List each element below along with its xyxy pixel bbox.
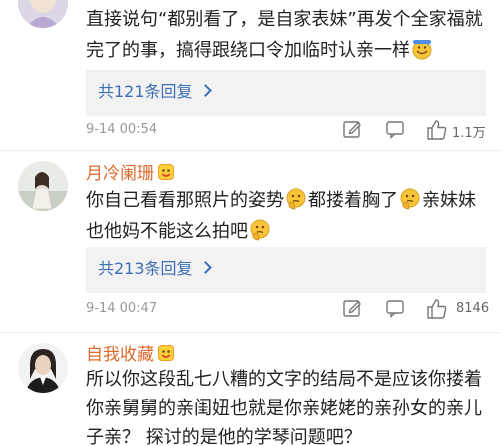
comment-text-line: 你亲舅舅的亲闺妞也就是你亲姥姥的亲孙女的亲儿	[86, 398, 482, 419]
comment-text-line: 直接说句“都别看了，是自家表妹”再发个全家福就	[86, 9, 483, 30]
timestamp: 9-14 00:47	[86, 301, 158, 316]
chevron-right-icon	[198, 84, 212, 97]
comment-text-line: 也他妈不能这么拍吧	[86, 216, 486, 247]
edit-icon[interactable]	[342, 119, 362, 141]
comment-icon[interactable]	[385, 119, 405, 141]
thinking-emoji-icon	[285, 188, 307, 210]
chevron-right-icon	[198, 261, 212, 274]
comment-text: 所以你这段乱七八糟的文字的结局不是应该你搂着 你亲舅舅的亲闺妞也就是你亲姥姥的亲…	[86, 365, 486, 446]
view-replies-link[interactable]: 共121条回复	[98, 81, 212, 103]
comment-text: 直接说句“都别看了，是自家表妹”再发个全家福就 完了的事，搞得跟绕口令加临时认亲…	[86, 4, 486, 66]
thinking-emoji-icon	[399, 188, 421, 210]
comment-item-3: 自我收藏 所以你这段乱七八糟的文字的结局不是应该你搂着 你亲舅舅的亲闺妞也就是你…	[0, 333, 500, 446]
comment-text-line: 完了的事，搞得跟绕口令加临时认亲一样	[86, 35, 486, 66]
sweat-smile-emoji-icon	[411, 38, 433, 60]
like-count: 1.1万	[452, 126, 486, 141]
comment-item-1: 直接说句“都别看了，是自家表妹”再发个全家福就 完了的事，搞得跟绕口令加临时认亲…	[0, 0, 500, 148]
comment-text-line: 所以你这段乱七八糟的文字的结局不是应该你搂着	[86, 369, 482, 390]
timestamp: 9-14 00:54	[86, 122, 158, 137]
user-avatar[interactable]	[18, 343, 68, 393]
user-avatar[interactable]	[18, 161, 68, 211]
comment-item-2: 月冷阑珊 你自己看看那照片的姿势 都搂着胸了 亲妹妹 也他妈不能这么拍吧 共21…	[0, 151, 500, 334]
user-avatar[interactable]	[18, 0, 68, 28]
member-badge-icon	[157, 163, 175, 181]
like-count: 8146	[456, 301, 490, 316]
edit-icon[interactable]	[342, 298, 362, 320]
username[interactable]: 自我收藏	[86, 344, 175, 366]
thinking-emoji-icon	[249, 219, 271, 241]
view-replies-link[interactable]: 共213条回复	[98, 258, 212, 280]
comment-text: 你自己看看那照片的姿势 都搂着胸了 亲妹妹 也他妈不能这么拍吧	[86, 185, 486, 247]
username[interactable]: 月冷阑珊	[86, 163, 175, 185]
thumbs-up-icon[interactable]	[426, 119, 448, 141]
comment-text-line: 子亲？ 探讨的是他的学琴问题吧？	[86, 427, 362, 446]
reply-thread-box: 共121条回复	[86, 70, 486, 116]
member-badge-icon	[157, 344, 175, 362]
comment-icon[interactable]	[385, 298, 405, 320]
comment-text-line: 你自己看看那照片的姿势 都搂着胸了 亲妹妹	[86, 188, 476, 211]
thumbs-up-icon[interactable]	[426, 298, 448, 320]
comment-meta: 9-14 00:54 1.1万	[86, 117, 486, 145]
reply-thread-box: 共213条回复	[86, 247, 486, 293]
comment-meta: 9-14 00:47 8146	[86, 296, 490, 324]
